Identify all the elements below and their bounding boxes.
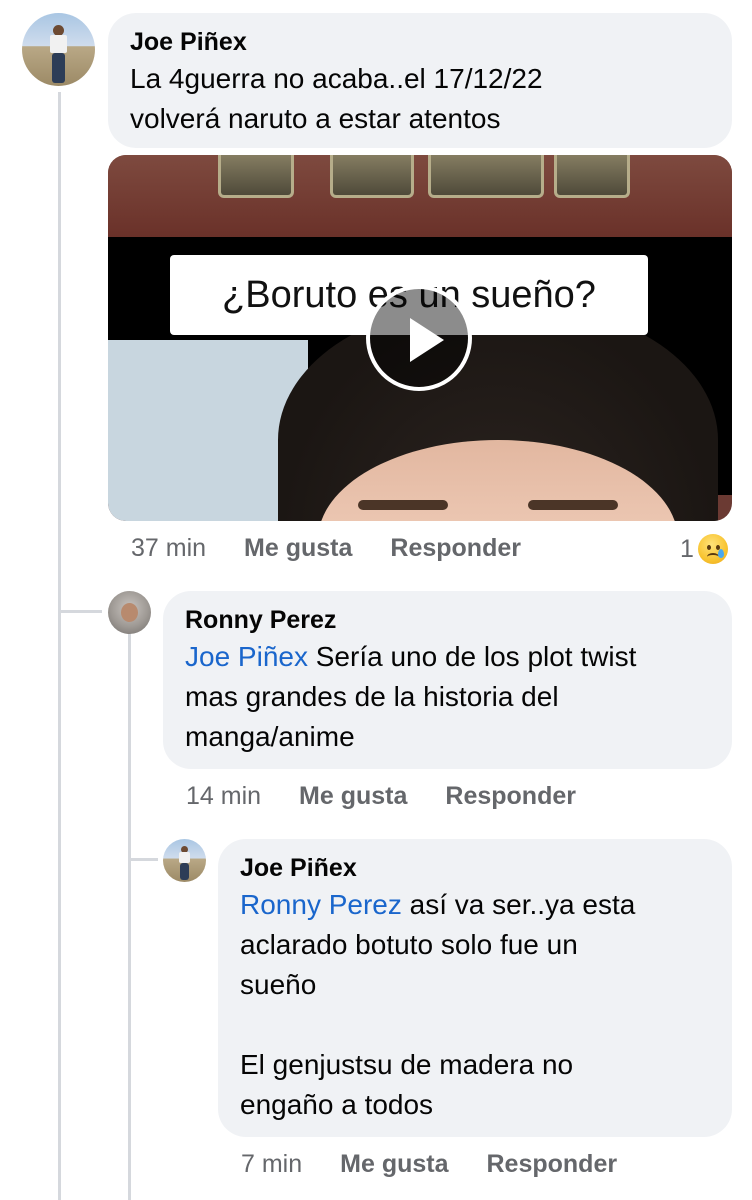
comment-actions: 7 min Me gusta Responder <box>241 1150 655 1179</box>
video-thumbnail[interactable]: ¿Boruto es un sueño? <box>108 155 732 521</box>
comment-bubble: Ronny Perez Joe Piñex Sería uno de los p… <box>163 591 732 769</box>
video-frame-background <box>108 155 732 237</box>
comment-author[interactable]: Ronny Perez <box>185 605 710 635</box>
comment-timestamp[interactable]: 14 min <box>186 782 261 811</box>
avatar[interactable] <box>108 591 151 634</box>
thread-line-nested-branch <box>128 858 158 861</box>
reaction-summary[interactable]: 1 <box>680 534 728 564</box>
like-button[interactable]: Me gusta <box>299 782 407 811</box>
comment-text: Joe Piñex Sería uno de los plot twist ma… <box>185 641 637 752</box>
comment-author[interactable]: Joe Piñex <box>240 853 710 883</box>
comment-text: La 4guerra no acaba..el 17/12/22 volverá… <box>130 63 543 134</box>
reply-button[interactable]: Responder <box>445 782 576 811</box>
comment-timestamp[interactable]: 37 min <box>131 534 206 563</box>
comment-bubble: Joe Piñex La 4guerra no acaba..el 17/12/… <box>108 13 732 148</box>
mention-link[interactable]: Joe Piñex <box>185 641 308 672</box>
thread-line-branch <box>58 610 102 613</box>
avatar[interactable] <box>22 13 95 86</box>
reaction-count: 1 <box>680 534 694 563</box>
mention-link[interactable]: Ronny Perez <box>240 889 402 920</box>
comment-author[interactable]: Joe Piñex <box>130 27 710 57</box>
comment-text: Ronny Perez así va ser..ya esta aclarado… <box>240 889 636 1120</box>
comment-actions: 37 min Me gusta Responder <box>131 534 559 563</box>
sad-face-icon <box>697 534 728 564</box>
comment-actions: 14 min Me gusta Responder <box>186 782 614 811</box>
play-icon <box>410 318 444 362</box>
thread-line-nested <box>128 632 131 1200</box>
thread-line-main <box>58 92 61 1200</box>
like-button[interactable]: Me gusta <box>244 534 352 563</box>
comment-timestamp[interactable]: 7 min <box>241 1150 302 1179</box>
like-button[interactable]: Me gusta <box>340 1150 448 1179</box>
reply-button[interactable]: Responder <box>390 534 521 563</box>
play-button[interactable] <box>366 285 472 391</box>
avatar[interactable] <box>163 839 206 882</box>
reply-button[interactable]: Responder <box>487 1150 618 1179</box>
comment-bubble: Joe Piñex Ronny Perez así va ser..ya est… <box>218 839 732 1137</box>
